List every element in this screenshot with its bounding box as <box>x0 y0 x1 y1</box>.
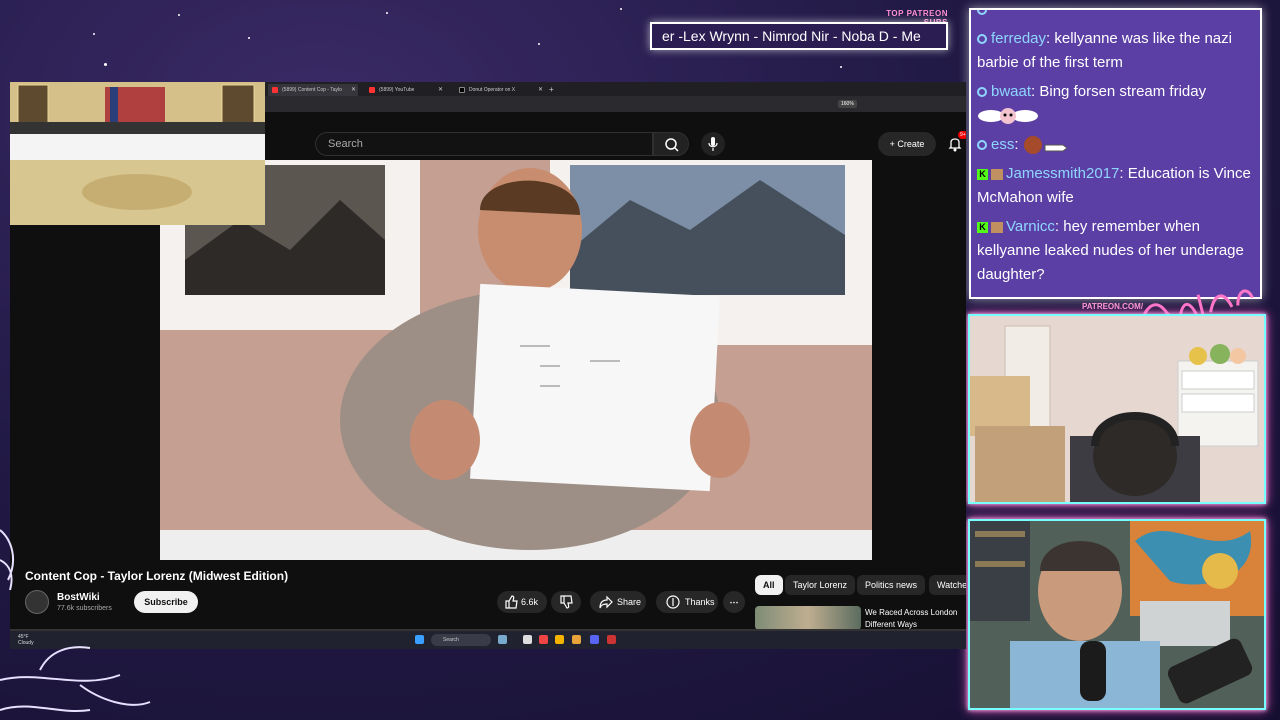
chat-panel: ferreday: kellyanne was like the nazi ba… <box>969 8 1262 299</box>
twitch-badge-icon <box>977 140 987 151</box>
webcam-bottom <box>968 519 1266 710</box>
subscribe-button[interactable]: Subscribe <box>134 591 198 613</box>
chip-all[interactable]: All <box>755 575 783 595</box>
x-favicon-icon <box>459 87 465 93</box>
tab-label: (5899) YouTube <box>379 87 415 93</box>
sub-badge-icon <box>991 168 1003 180</box>
video-player[interactable] <box>160 160 872 560</box>
picture-in-picture-overlay <box>10 82 265 225</box>
chat-username: Varnicc <box>1006 218 1055 235</box>
new-tab-button[interactable]: + <box>545 84 559 96</box>
more-actions-button[interactable]: ⋯ <box>723 591 745 613</box>
thanks-label: Thanks <box>685 597 715 607</box>
create-label: Create <box>897 139 925 149</box>
chat-username: Jamessmith2017 <box>1006 165 1120 182</box>
chat-text: Bing forsen stream friday <box>1039 83 1207 100</box>
tab-label: Donut Operator on X <box>469 87 516 93</box>
tab-label: (5899) Content Cop - Taylo <box>282 87 342 93</box>
search-icon <box>665 138 679 152</box>
zoom-indicator[interactable]: 160% <box>838 100 857 108</box>
create-button[interactable]: + Create <box>878 132 936 156</box>
like-count: 6.6k <box>521 597 539 607</box>
chip-taylor-lorenz[interactable]: Taylor Lorenz <box>785 575 856 595</box>
chat-message: K Varnicc: hey remember when kellyanne le… <box>977 218 1244 283</box>
app-icon[interactable] <box>607 635 616 644</box>
notification-count-badge: 9+ <box>958 131 966 139</box>
kick-badge-icon: K <box>977 221 988 233</box>
branch-decoration <box>0 646 151 712</box>
twitch-badge-icon <box>977 10 987 16</box>
voice-search-button[interactable] <box>701 132 725 156</box>
app-icon[interactable] <box>498 635 507 644</box>
tab-content-cop[interactable]: (5899) Content Cop - Taylo ✕ <box>268 84 358 96</box>
chat-username: bwaat <box>991 83 1032 100</box>
chat-username: ferreday <box>991 30 1047 47</box>
kick-badge-icon: K <box>977 168 988 180</box>
channel-name[interactable]: BostWiki <box>57 592 100 603</box>
share-button[interactable]: Share <box>590 591 646 613</box>
pointing-emote-icon <box>1023 136 1068 155</box>
microphone-icon <box>708 137 718 151</box>
twitch-badge-icon <box>977 87 987 98</box>
recommended-title[interactable]: We Raced Across London Different Ways <box>865 607 965 631</box>
taskbar-search[interactable]: Search <box>431 634 491 646</box>
branch-decoration <box>0 529 15 591</box>
chat-message: ferreday: kellyanne was like the nazi ba… <box>977 30 1232 71</box>
windows-start-icon[interactable] <box>415 635 424 644</box>
thanks-button[interactable]: Thanks <box>656 591 718 613</box>
chat-message: K Jamessmith2017: Education is Vince McMa… <box>977 165 1251 206</box>
subscriber-count: 77.6k subscribers <box>57 605 112 612</box>
close-tab-icon[interactable]: ✕ <box>351 84 356 96</box>
like-button[interactable]: 6.6k <box>497 591 547 613</box>
search-button[interactable] <box>653 132 689 156</box>
webcam-top <box>968 314 1266 504</box>
thumbs-down-icon <box>560 595 573 609</box>
youtube-favicon-icon <box>369 87 375 93</box>
tab-donut-operator[interactable]: Donut Operator on X ✕ <box>455 84 545 96</box>
press-room-scene <box>10 82 265 225</box>
webcam-top-scene <box>970 316 1264 502</box>
chip-politics-news[interactable]: Politics news <box>857 575 926 595</box>
sub-badge-icon <box>991 221 1003 233</box>
thumbs-up-icon <box>505 595 518 609</box>
twitch-badge-icon <box>977 34 987 45</box>
recommended-thumbnail[interactable] <box>755 606 861 630</box>
app-icon[interactable] <box>572 635 581 644</box>
webcam-bottom-scene <box>970 521 1264 708</box>
search-input[interactable]: Search <box>315 132 653 156</box>
app-icon[interactable] <box>523 635 532 644</box>
app-icon[interactable] <box>555 635 564 644</box>
chat-message: ess: <box>977 133 1254 157</box>
video-frame <box>160 160 872 560</box>
tab-youtube[interactable]: (5899) YouTube ✕ <box>365 84 445 96</box>
youtube-favicon-icon <box>272 87 278 93</box>
share-label: Share <box>617 597 642 607</box>
dislike-button[interactable] <box>551 591 581 613</box>
chat-username: ess <box>991 136 1015 153</box>
close-tab-icon[interactable]: ✕ <box>538 84 543 96</box>
chat-message: bwaat: Bing forsen stream friday <box>977 80 1254 128</box>
app-icon[interactable] <box>590 635 599 644</box>
chip-watched[interactable]: Watche <box>929 575 966 595</box>
thanks-icon <box>666 595 680 609</box>
video-title: Content Cop - Taylor Lorenz (Midwest Edi… <box>25 569 289 583</box>
wings-emote-icon <box>978 108 1038 125</box>
patreon-ticker: er -Lex Wrynn - Nimrod Nir - Noba D - Me <box>650 22 948 50</box>
close-tab-icon[interactable]: ✕ <box>438 84 443 96</box>
share-icon <box>599 595 613 609</box>
app-icon[interactable] <box>539 635 548 644</box>
chat-message <box>977 10 1254 22</box>
